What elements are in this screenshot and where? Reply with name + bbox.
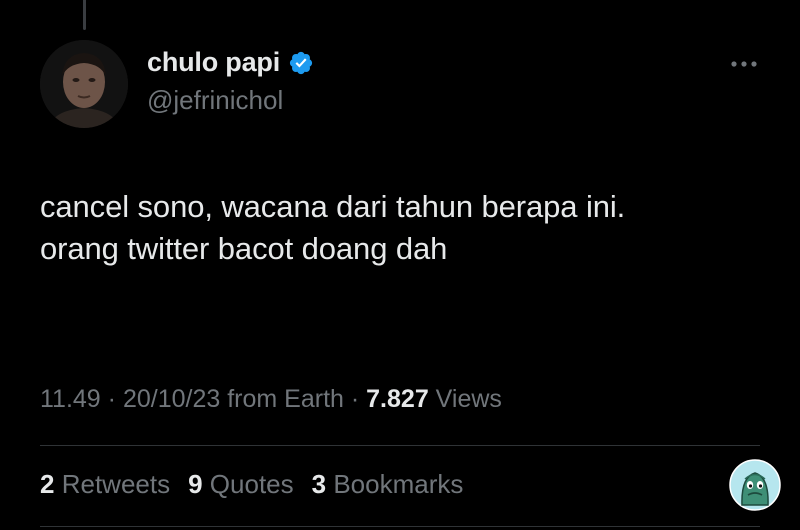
thread-connector-line	[83, 0, 86, 30]
display-name[interactable]: chulo papi	[147, 47, 280, 78]
views-count: 7.827	[366, 385, 429, 413]
retweets-stat[interactable]: 2 Retweets	[40, 469, 170, 500]
avatar-photo	[40, 40, 128, 128]
quotes-label: Quotes	[209, 469, 294, 499]
views-label: Views	[435, 385, 502, 413]
bookmarks-label: Bookmarks	[333, 469, 464, 499]
tweet-text: cancel sono, wacana dari tahun berapa in…	[40, 186, 770, 270]
more-options-icon[interactable]	[726, 54, 762, 74]
meta-separator: ·	[107, 385, 116, 413]
tweet-meta: 11.49 · 20/10/23 from Earth · 7.827 View…	[40, 385, 502, 414]
tweet-text-line: orang twitter bacot doang dah	[40, 231, 448, 266]
tweet-date-source[interactable]: 20/10/23 from Earth	[123, 385, 344, 413]
meta-separator: ·	[350, 385, 360, 413]
quotes-count: 9	[188, 469, 203, 499]
mascot-sticker-icon	[729, 459, 781, 511]
quotes-stat[interactable]: 9 Quotes	[188, 469, 294, 500]
avatar[interactable]	[40, 40, 128, 128]
retweets-label: Retweets	[61, 469, 171, 499]
user-handle[interactable]: @jefrinichol	[147, 85, 283, 116]
retweets-count: 2	[40, 469, 55, 499]
divider	[40, 445, 760, 446]
divider	[40, 526, 760, 527]
bookmarks-count: 3	[311, 469, 327, 499]
tweet-text-line: cancel sono, wacana dari tahun berapa in…	[40, 189, 626, 224]
verified-badge-icon	[288, 50, 314, 76]
bookmarks-stat[interactable]: 3 Bookmarks	[312, 469, 464, 500]
tweet-time[interactable]: 11.49	[40, 385, 101, 413]
engagement-stats: 2 Retweets 9 Quotes 3 Bookmarks	[40, 469, 463, 500]
name-row: chulo papi	[147, 47, 314, 78]
